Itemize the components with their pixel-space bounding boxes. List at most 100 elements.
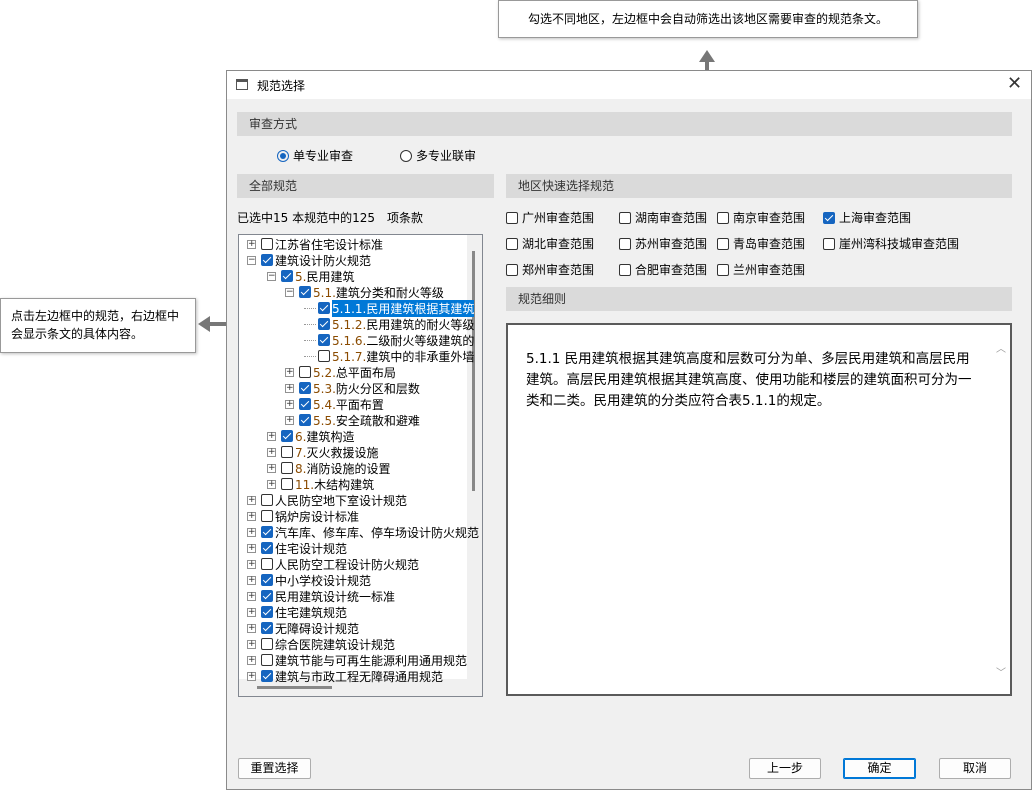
checkbox[interactable]	[717, 263, 729, 276]
tree-node[interactable]: 建筑设计防火规范	[261, 252, 371, 268]
tree-node[interactable]: 11.木结构建筑	[281, 476, 374, 492]
checkbox[interactable]	[318, 350, 330, 362]
expand-icon[interactable]: +	[285, 384, 294, 393]
checkbox[interactable]	[281, 462, 293, 474]
tree-node[interactable]: 江苏省住宅设计标准	[261, 236, 383, 252]
tree-node[interactable]: 8.消防设施的设置	[281, 460, 390, 476]
tree-node[interactable]: 6.建筑构造	[281, 428, 354, 444]
checkbox[interactable]	[281, 478, 293, 490]
tree-node[interactable]: 汽车库、修车库、停车场设计防火规范	[261, 524, 479, 540]
checkbox[interactable]	[619, 237, 631, 250]
checkbox[interactable]	[261, 590, 273, 602]
checkbox[interactable]	[281, 270, 293, 282]
checkbox[interactable]	[261, 654, 273, 666]
region-checkbox[interactable]: 兰州审查范围	[717, 261, 805, 278]
tree-node[interactable]: 住宅建筑规范	[261, 604, 347, 620]
expand-icon[interactable]: +	[267, 464, 276, 473]
tree-node[interactable]: 5.1.2.民用建筑的耐火等级	[318, 316, 474, 332]
checkbox[interactable]	[318, 334, 330, 346]
tree-node[interactable]: 5.5.安全疏散和避难	[299, 412, 420, 428]
checkbox[interactable]	[717, 237, 729, 250]
tree-node[interactable]: 7.灭火救援设施	[281, 444, 378, 460]
expand-icon[interactable]: +	[267, 432, 276, 441]
region-checkbox[interactable]: 合肥审查范围	[619, 261, 707, 278]
tree-node[interactable]: 民用建筑设计统一标准	[261, 588, 395, 604]
region-checkbox[interactable]: 郑州审查范围	[506, 261, 594, 278]
expand-icon[interactable]: +	[247, 672, 256, 681]
checkbox[interactable]	[261, 526, 273, 538]
checkbox[interactable]	[261, 606, 273, 618]
region-checkbox[interactable]: 青岛审查范围	[717, 235, 805, 252]
checkbox[interactable]	[261, 558, 273, 570]
checkbox[interactable]	[318, 318, 330, 330]
tree-node[interactable]: 人民防空工程设计防火规范	[261, 556, 419, 572]
expand-icon[interactable]: +	[267, 448, 276, 457]
checkbox[interactable]	[506, 263, 518, 276]
tree-node[interactable]: 5.1.6.二级耐火等级建筑的	[318, 332, 474, 348]
checkbox[interactable]	[261, 254, 273, 266]
region-checkbox[interactable]: 崖州湾科技城审查范围	[823, 235, 959, 252]
tree-node[interactable]: 5.4.平面布置	[299, 396, 384, 412]
scroll-up-icon[interactable]: ︿	[996, 339, 1006, 360]
checkbox[interactable]	[261, 670, 273, 682]
checkbox[interactable]	[261, 510, 273, 522]
tree-node[interactable]: 5.2.总平面布局	[299, 364, 396, 380]
checkbox[interactable]	[619, 211, 631, 224]
spec-tree[interactable]: + 江苏省住宅设计标准 − 建筑设计防火规范 −5.民用建筑 −5.1.建筑分类和耐火等级…	[238, 234, 483, 697]
expand-icon[interactable]: +	[247, 608, 256, 617]
expand-icon[interactable]: +	[247, 640, 256, 649]
region-checkbox[interactable]: 广州审查范围	[506, 209, 594, 226]
checkbox[interactable]	[261, 574, 273, 586]
expand-icon[interactable]: +	[247, 560, 256, 569]
tree-node[interactable]: 中小学校设计规范	[261, 572, 371, 588]
checkbox[interactable]	[299, 286, 311, 298]
tree-node[interactable]: 5.民用建筑	[281, 268, 354, 284]
checkbox[interactable]	[823, 211, 835, 224]
checkbox[interactable]	[281, 430, 293, 442]
checkbox[interactable]	[299, 382, 311, 394]
expand-icon[interactable]: +	[285, 416, 294, 425]
radio-multi[interactable]: 多专业联审	[400, 147, 476, 164]
checkbox[interactable]	[261, 542, 273, 554]
radio-single[interactable]: 单专业审查	[277, 147, 353, 164]
checkbox[interactable]	[717, 211, 729, 224]
expand-icon[interactable]: +	[247, 512, 256, 521]
scroll-down-icon[interactable]: ﹀	[996, 663, 1006, 684]
region-checkbox[interactable]: 上海审查范围	[823, 209, 911, 226]
tree-node[interactable]: 锅炉房设计标准	[261, 508, 359, 524]
expand-icon[interactable]: +	[247, 544, 256, 553]
close-icon[interactable]: ✕	[1007, 73, 1022, 94]
collapse-icon[interactable]: −	[285, 288, 294, 297]
checkbox[interactable]	[823, 237, 835, 250]
expand-icon[interactable]: +	[247, 240, 256, 249]
expand-icon[interactable]: +	[247, 528, 256, 537]
region-checkbox[interactable]: 湖南审查范围	[619, 209, 707, 226]
expand-icon[interactable]: +	[247, 576, 256, 585]
reset-button[interactable]: 重置选择	[238, 758, 311, 779]
checkbox[interactable]	[299, 398, 311, 410]
expand-icon[interactable]: +	[247, 624, 256, 633]
checkbox[interactable]	[506, 211, 518, 224]
checkbox[interactable]	[506, 237, 518, 250]
checkbox[interactable]	[261, 638, 273, 650]
expand-icon[interactable]: +	[267, 480, 276, 489]
checkbox[interactable]	[261, 494, 273, 506]
region-checkbox[interactable]: 南京审查范围	[717, 209, 805, 226]
cancel-button[interactable]: 取消	[939, 758, 1011, 779]
tree-node[interactable]: 综合医院建筑设计规范	[261, 636, 395, 652]
expand-icon[interactable]: +	[285, 400, 294, 409]
previous-button[interactable]: 上一步	[749, 758, 821, 779]
tree-node[interactable]: 住宅设计规范	[261, 540, 347, 556]
expand-icon[interactable]: +	[285, 368, 294, 377]
collapse-icon[interactable]: −	[247, 256, 256, 265]
checkbox[interactable]	[281, 446, 293, 458]
tree-node[interactable]: 无障碍设计规范	[261, 620, 359, 636]
checkbox[interactable]	[261, 238, 273, 250]
checkbox[interactable]	[619, 263, 631, 276]
checkbox[interactable]	[318, 302, 330, 314]
checkbox[interactable]	[299, 414, 311, 426]
tree-node[interactable]: 人民防空地下室设计规范	[261, 492, 407, 508]
tree-node[interactable]: 建筑节能与可再生能源利用通用规范	[261, 652, 467, 668]
expand-icon[interactable]: +	[247, 496, 256, 505]
expand-icon[interactable]: +	[247, 656, 256, 665]
